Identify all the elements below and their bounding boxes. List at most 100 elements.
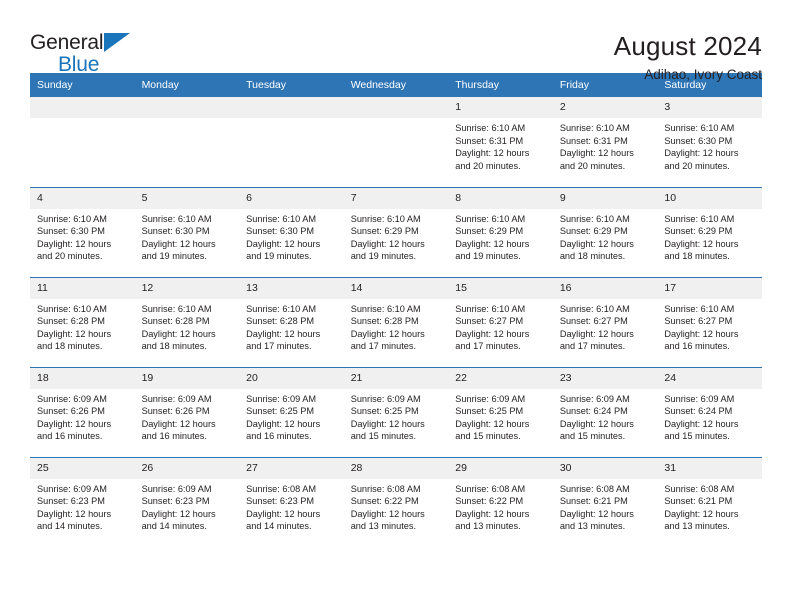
- daylight-duration-line1: Daylight: 12 hours: [37, 418, 112, 429]
- sunset-time: Sunset: 6:31 PM: [559, 135, 628, 146]
- sunset-time: Sunset: 6:24 PM: [559, 406, 628, 417]
- day-number: 21: [343, 367, 449, 389]
- weekday-header-monday: Monday: [134, 73, 240, 97]
- calendar-day-cell[interactable]: 4 Sunrise: 6:10 AM Sunset: 6:30 PM Daylight…: [30, 186, 135, 277]
- calendar-day-cell[interactable]: 19 Sunrise: 6:09 AM Sunset: 6:26 PM Dayligh…: [134, 366, 240, 457]
- brand-logo[interactable]: General Blue: [30, 30, 140, 78]
- calendar-day-cell[interactable]: 31 Sunrise: 6:08 AM Sunset: 6:21 PM Dayligh…: [657, 456, 762, 547]
- day-number: 7: [343, 187, 449, 209]
- day-number: 17: [657, 277, 762, 299]
- calendar-day-cell[interactable]: 22 Sunrise: 6:09 AM Sunset: 6:25 PM Dayligh…: [448, 366, 553, 457]
- day-number: 5: [134, 187, 240, 209]
- day-details: Sunrise: 6:09 AM Sunset: 6:23 PM Daylight:…: [30, 479, 135, 533]
- day-number: 27: [239, 457, 344, 479]
- calendar-day-cell[interactable]: 25 Sunrise: 6:09 AM Sunset: 6:23 PM Dayligh…: [30, 456, 135, 547]
- sunrise-time: Sunrise: 6:09 AM: [37, 393, 107, 404]
- calendar-day-cell[interactable]: 10 Sunrise: 6:10 AM Sunset: 6:29 PM Dayligh…: [657, 186, 762, 277]
- day-details: Sunrise: 6:10 AM Sunset: 6:29 PM Daylight:…: [448, 209, 553, 263]
- calendar-day-cell[interactable]: 15 Sunrise: 6:10 AM Sunset: 6:27 PM Dayligh…: [448, 276, 553, 367]
- day-number: 18: [30, 367, 135, 389]
- daylight-duration-line1: Daylight: 12 hours: [559, 148, 634, 159]
- day-details: Sunrise: 6:10 AM Sunset: 6:30 PM Daylight:…: [135, 209, 240, 263]
- day-number: 26: [134, 457, 240, 479]
- calendar-day-cell[interactable]: 21 Sunrise: 6:09 AM Sunset: 6:25 PM Dayligh…: [343, 366, 449, 457]
- daylight-duration-line2: and 14 minutes.: [37, 521, 103, 532]
- sunset-time: Sunset: 6:30 PM: [664, 135, 733, 146]
- day-details: Sunrise: 6:08 AM Sunset: 6:22 PM Daylight:…: [344, 479, 449, 533]
- sunset-time: Sunset: 6:25 PM: [350, 406, 419, 417]
- daylight-duration-line2: and 17 minutes.: [455, 341, 521, 352]
- day-details: Sunrise: 6:10 AM Sunset: 6:31 PM Daylight:…: [448, 118, 553, 172]
- daylight-duration-line2: and 15 minutes.: [455, 431, 521, 442]
- day-details: Sunrise: 6:08 AM Sunset: 6:23 PM Daylight:…: [239, 479, 344, 533]
- page-title: August 2024: [613, 31, 762, 61]
- sunrise-time: Sunrise: 6:10 AM: [350, 303, 421, 314]
- day-number: 10: [657, 187, 762, 209]
- day-details: Sunrise: 6:09 AM Sunset: 6:25 PM Daylight:…: [448, 389, 553, 443]
- day-number: 14: [343, 277, 449, 299]
- day-details: Sunrise: 6:08 AM Sunset: 6:21 PM Daylight:…: [657, 479, 762, 533]
- calendar-day-cell[interactable]: 2 Sunrise: 6:10 AM Sunset: 6:31 PM Daylight…: [552, 97, 658, 187]
- calendar-day-cell[interactable]: 11 Sunrise: 6:10 AM Sunset: 6:28 PM Dayligh…: [30, 276, 135, 367]
- day-number: 25: [30, 457, 135, 479]
- calendar-page: General Blue August 2024 Adihao, Ivory C…: [0, 0, 792, 612]
- calendar-day-cell[interactable]: 3 Sunrise: 6:10 AM Sunset: 6:30 PM Daylight…: [657, 97, 762, 187]
- sunrise-time: Sunrise: 6:08 AM: [664, 483, 735, 494]
- sunset-time: Sunset: 6:30 PM: [37, 226, 105, 237]
- daylight-duration-line1: Daylight: 12 hours: [664, 148, 739, 159]
- day-details: Sunrise: 6:09 AM Sunset: 6:25 PM Daylight:…: [239, 389, 344, 443]
- calendar-day-cell[interactable]: 6 Sunrise: 6:10 AM Sunset: 6:30 PM Daylight…: [239, 186, 344, 277]
- day-number: 29: [448, 457, 553, 479]
- day-number: [343, 97, 449, 118]
- sunrise-time: Sunrise: 6:08 AM: [350, 483, 421, 494]
- calendar-week-row: 1 Sunrise: 6:10 AM Sunset: 6:31 PM Daylight…: [30, 97, 762, 187]
- sunrise-time: Sunrise: 6:10 AM: [664, 213, 735, 224]
- calendar-day-cell[interactable]: 17 Sunrise: 6:10 AM Sunset: 6:27 PM Dayligh…: [657, 276, 762, 367]
- daylight-duration-line2: and 18 minutes.: [37, 341, 103, 352]
- day-details: Sunrise: 6:10 AM Sunset: 6:29 PM Daylight:…: [657, 209, 762, 263]
- calendar-day-cell[interactable]: 1 Sunrise: 6:10 AM Sunset: 6:31 PM Daylight…: [448, 97, 553, 187]
- calendar-day-cell[interactable]: 12 Sunrise: 6:10 AM Sunset: 6:28 PM Dayligh…: [134, 276, 240, 367]
- daylight-duration-line1: Daylight: 12 hours: [350, 508, 425, 519]
- sunrise-time: Sunrise: 6:10 AM: [455, 213, 526, 224]
- daylight-duration-line2: and 14 minutes.: [141, 521, 207, 532]
- calendar-day-cell[interactable]: 26 Sunrise: 6:09 AM Sunset: 6:23 PM Dayligh…: [134, 456, 240, 547]
- sunrise-time: Sunrise: 6:10 AM: [455, 123, 526, 133]
- daylight-duration-line1: Daylight: 12 hours: [664, 418, 739, 429]
- daylight-duration-line1: Daylight: 12 hours: [455, 418, 530, 429]
- day-details: Sunrise: 6:10 AM Sunset: 6:28 PM Daylight:…: [135, 299, 240, 353]
- calendar-day-cell[interactable]: 9 Sunrise: 6:10 AM Sunset: 6:29 PM Daylight…: [552, 186, 658, 277]
- calendar-day-cell[interactable]: 8 Sunrise: 6:10 AM Sunset: 6:29 PM Daylight…: [448, 186, 553, 277]
- calendar-day-cell[interactable]: 20 Sunrise: 6:09 AM Sunset: 6:25 PM Dayligh…: [239, 366, 344, 457]
- sunrise-time: Sunrise: 6:08 AM: [559, 483, 630, 494]
- calendar-day-cell[interactable]: 24 Sunrise: 6:09 AM Sunset: 6:24 PM Dayligh…: [657, 366, 762, 457]
- day-details: Sunrise: 6:09 AM Sunset: 6:23 PM Daylight:…: [135, 479, 240, 533]
- calendar-day-cell[interactable]: 5 Sunrise: 6:10 AM Sunset: 6:30 PM Daylight…: [134, 186, 240, 277]
- calendar-day-cell[interactable]: 29 Sunrise: 6:08 AM Sunset: 6:22 PM Dayligh…: [448, 456, 553, 547]
- daylight-duration-line1: Daylight: 12 hours: [559, 418, 634, 429]
- daylight-duration-line2: and 16 minutes.: [141, 431, 207, 442]
- daylight-duration-line1: Daylight: 12 hours: [559, 508, 634, 519]
- daylight-duration-line2: and 18 minutes.: [559, 251, 626, 262]
- day-details: Sunrise: 6:10 AM Sunset: 6:28 PM Daylight:…: [344, 299, 449, 353]
- calendar-day-cell[interactable]: 18 Sunrise: 6:09 AM Sunset: 6:26 PM Dayligh…: [30, 366, 135, 457]
- calendar-day-cell[interactable]: 7 Sunrise: 6:10 AM Sunset: 6:29 PM Daylight…: [343, 186, 449, 277]
- calendar-day-cell[interactable]: 14 Sunrise: 6:10 AM Sunset: 6:28 PM Dayligh…: [343, 276, 449, 367]
- day-details: Sunrise: 6:09 AM Sunset: 6:26 PM Daylight:…: [135, 389, 240, 443]
- daylight-duration-line2: and 13 minutes.: [350, 521, 417, 532]
- sunset-time: Sunset: 6:30 PM: [141, 226, 210, 237]
- day-details: Sunrise: 6:10 AM Sunset: 6:30 PM Daylight:…: [30, 209, 135, 263]
- calendar-day-cell[interactable]: 27 Sunrise: 6:08 AM Sunset: 6:23 PM Dayligh…: [239, 456, 344, 547]
- daylight-duration-line2: and 20 minutes.: [559, 160, 626, 171]
- calendar-day-cell-empty: [239, 97, 344, 187]
- calendar-day-cell[interactable]: 16 Sunrise: 6:10 AM Sunset: 6:27 PM Dayligh…: [552, 276, 658, 367]
- calendar-day-cell[interactable]: 23 Sunrise: 6:09 AM Sunset: 6:24 PM Dayligh…: [552, 366, 658, 457]
- sunset-time: Sunset: 6:21 PM: [664, 496, 733, 507]
- calendar-day-cell[interactable]: 30 Sunrise: 6:08 AM Sunset: 6:21 PM Dayligh…: [552, 456, 658, 547]
- calendar-day-cell[interactable]: 28 Sunrise: 6:08 AM Sunset: 6:22 PM Dayligh…: [343, 456, 449, 547]
- daylight-duration-line2: and 13 minutes.: [664, 521, 730, 532]
- daylight-duration-line1: Daylight: 12 hours: [350, 238, 425, 249]
- day-number: 16: [552, 277, 658, 299]
- calendar-day-cell[interactable]: 13 Sunrise: 6:10 AM Sunset: 6:28 PM Dayligh…: [239, 276, 344, 367]
- day-details: Sunrise: 6:09 AM Sunset: 6:24 PM Daylight:…: [657, 389, 762, 443]
